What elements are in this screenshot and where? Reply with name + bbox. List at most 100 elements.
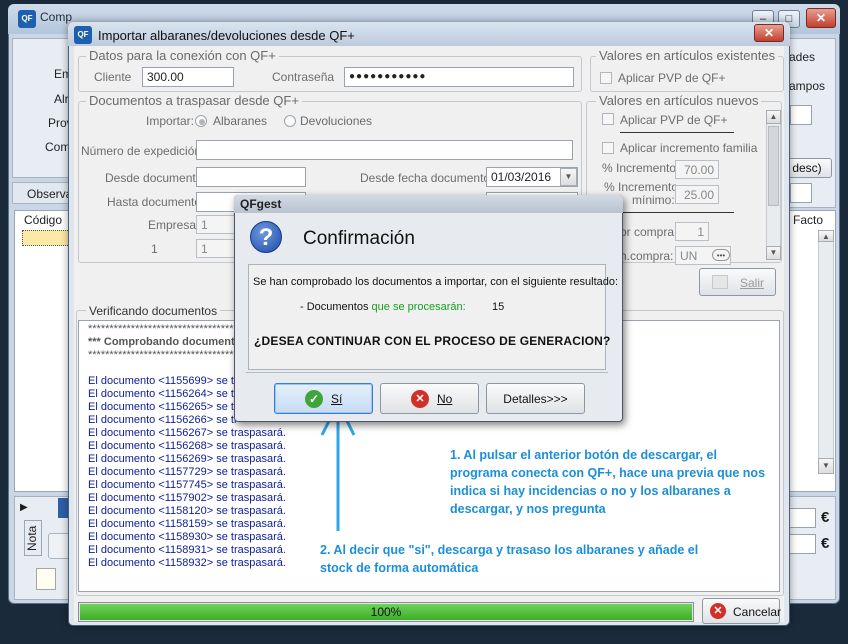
background-tab-label: Observa xyxy=(27,187,73,201)
un-compra-more-icon[interactable]: ••• xyxy=(712,249,730,261)
background-left-panel xyxy=(12,38,72,178)
log-entry: El documento <1158930> se traspasará. xyxy=(88,531,286,543)
expedicion-label: Número de expedición: xyxy=(81,144,205,158)
log-entry: El documento <1156264> se tr xyxy=(88,388,238,400)
confirm-window-title: QFgest xyxy=(240,197,282,211)
confirm-heading: Confirmación xyxy=(303,228,415,249)
contrasena-label: Contraseña xyxy=(272,70,335,84)
salir-button[interactable]: Salir xyxy=(699,268,776,296)
detalles-button[interactable]: Detalles>>> xyxy=(486,383,585,414)
existentes-aplicar-pvp-label: Aplicar PVP de QF+ xyxy=(618,71,726,85)
salir-button-label: Salir xyxy=(740,276,765,290)
confirm-question: ¿DESEA CONTINUAR CON EL PROCESO DE GENER… xyxy=(254,334,611,348)
confirm-docs-count: 15 xyxy=(492,301,505,313)
verificando-legend: Verificando documentos xyxy=(86,304,221,318)
pct-minimo-input[interactable]: 25.00 xyxy=(675,185,719,204)
log-comprobando: *** Comprobando documentos xyxy=(88,336,248,348)
pct-incremento-label: % Incremento: xyxy=(602,161,680,175)
annotation-note-2: 2. Al decir que "si", descarga y trasaso… xyxy=(320,543,699,575)
almacen-input[interactable]: 1 xyxy=(196,239,238,258)
expedicion-input[interactable] xyxy=(196,140,573,160)
desde-documento-label: Desde documento xyxy=(105,171,203,185)
exit-door-icon xyxy=(712,275,728,289)
grid-selected-row[interactable] xyxy=(22,230,72,246)
importar-label: Importar: xyxy=(146,114,195,128)
background-scroll-up-button[interactable]: ▲ xyxy=(818,230,834,242)
confirm-divider xyxy=(246,372,608,373)
albaranes-radio-label[interactable]: Albaranes xyxy=(213,114,267,128)
currency-symbol-1: € xyxy=(821,509,830,526)
si-button[interactable]: ✓ Sí xyxy=(274,383,373,414)
cancel-x-icon: ✕ xyxy=(710,603,726,619)
existentes-aplicar-pvp-checkbox[interactable] xyxy=(600,72,612,84)
hasta-documento-label: Hasta documento xyxy=(107,195,202,209)
background-grid-scrollbar[interactable] xyxy=(818,230,834,474)
annotation-note-1: 1. Al pulsar el anterior botón de descar… xyxy=(450,448,766,516)
contrasena-input[interactable]: ●●●●●●●●●●● xyxy=(344,67,574,87)
nuevos-scroll-thumb[interactable] xyxy=(768,126,779,206)
notes-icon[interactable] xyxy=(36,568,56,590)
nuevos-scroll-up-button[interactable]: ▲ xyxy=(766,110,781,124)
empresa-label: Empresa xyxy=(148,218,197,232)
import-dialog-close-button[interactable]: ✕ xyxy=(754,24,784,42)
log-entry: El documento <1157902> se traspasará. xyxy=(88,492,286,504)
desde-documento-input[interactable] xyxy=(196,167,306,187)
un-compra-label: n.compra: xyxy=(620,249,674,263)
question-icon: ? xyxy=(250,221,282,253)
cross-icon: ✕ xyxy=(411,390,429,408)
background-amount-field-1[interactable] xyxy=(788,508,816,528)
confirm-title-bar xyxy=(234,195,623,213)
check-icon: ✓ xyxy=(305,390,323,408)
almacen-label: 1 xyxy=(151,242,158,256)
desde-fecha-dropdown-button[interactable]: ▼ xyxy=(560,168,577,186)
background-right-label-2: ampos xyxy=(789,79,826,93)
background-label-com: Com xyxy=(45,140,71,154)
devoluciones-radio-label[interactable]: Devoluciones xyxy=(300,114,372,128)
background-field-2[interactable] xyxy=(790,183,812,203)
log-entry: El documento <1155699> se tr xyxy=(88,375,238,387)
cancelar-button[interactable]: ✕ Cancelar xyxy=(702,598,781,624)
nuevos-scroll-down-button[interactable]: ▼ xyxy=(766,246,781,260)
si-button-label: Sí xyxy=(331,392,343,406)
nuevos-divider-2 xyxy=(620,212,734,213)
dialog-qf-logo-icon: QF xyxy=(74,26,92,44)
background-scroll-down-button[interactable]: ▼ xyxy=(818,458,834,474)
pct-minimo-label-1: % Incremento xyxy=(604,180,679,194)
background-field[interactable] xyxy=(790,105,812,125)
log-entry: El documento <1156268> se traspasará. xyxy=(88,440,286,452)
progress-bar: 100% xyxy=(78,602,694,622)
cliente-input[interactable]: 300.00 xyxy=(142,67,234,87)
incremento-familia-checkbox[interactable] xyxy=(602,142,614,154)
background-close-button[interactable]: ✕ xyxy=(806,8,836,28)
nuevos-divider-1 xyxy=(620,132,734,133)
confirm-docs-prefix: - Documentos xyxy=(300,301,369,313)
nota-side-tab[interactable]: Nota xyxy=(24,520,42,556)
currency-symbol-2: € xyxy=(821,535,830,552)
background-grid-left xyxy=(14,210,72,492)
empresa-input[interactable]: 1 xyxy=(196,215,238,234)
background-label-alr: Alr xyxy=(54,92,69,106)
no-button[interactable]: ✕ No xyxy=(380,383,479,414)
log-entry: El documento <1156267> se traspasará. xyxy=(88,427,286,439)
pct-incremento-input[interactable]: 70.00 xyxy=(675,160,719,179)
grid-header-facto: Facto xyxy=(793,213,824,227)
existentes-legend: Valores en artículos existentes xyxy=(596,48,779,63)
log-entry: El documento <1158932> se traspasará. xyxy=(88,557,286,569)
nuevos-legend: Valores en artículos nuevos xyxy=(596,93,762,108)
devoluciones-radio[interactable] xyxy=(284,115,296,127)
ud-compra-input[interactable]: 1 xyxy=(675,222,709,241)
nuevos-aplicar-pvp-label: Aplicar PVP de QF+ xyxy=(620,113,728,127)
log-entry: El documento <1156266> se tr xyxy=(88,414,238,426)
background-amount-field-2[interactable] xyxy=(788,534,816,554)
log-entry: El documento <1158931> se traspasará. xyxy=(88,544,286,556)
nuevos-aplicar-pvp-checkbox[interactable] xyxy=(602,113,614,125)
background-small-button[interactable] xyxy=(48,533,70,559)
background-window-title: Comp xyxy=(40,10,73,24)
albaranes-radio[interactable] xyxy=(195,115,207,127)
confirm-docs-line: - Documentos que se procesarán: xyxy=(300,301,466,313)
desde-fecha-label: Desde fecha documento: xyxy=(360,171,494,185)
play-icon[interactable]: ▶ xyxy=(20,502,28,513)
log-entry: El documento <1158159> se traspasará. xyxy=(88,518,286,530)
qf-logo-icon: QF xyxy=(18,10,36,28)
confirm-message: Se han comprobado los documentos a impor… xyxy=(253,276,619,288)
